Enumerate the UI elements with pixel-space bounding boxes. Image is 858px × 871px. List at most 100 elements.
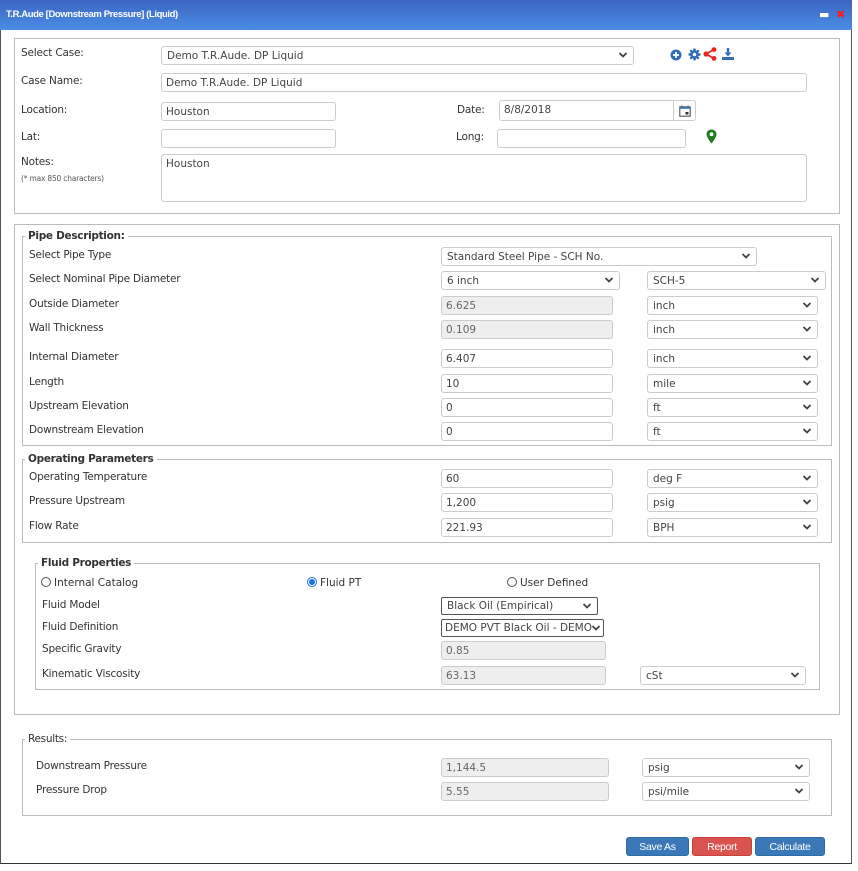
chevron-down-icon [810, 275, 820, 285]
pressure-upstream-input[interactable]: 1,200 [441, 493, 613, 512]
outside-diameter-unit-select[interactable]: inch [647, 296, 818, 315]
report-button[interactable]: Report [692, 837, 752, 856]
radio-fluid-pt[interactable]: Fluid PT [307, 577, 361, 589]
long-input[interactable] [497, 129, 686, 148]
long-label: Long: [456, 131, 484, 143]
pressure-upstream-unit: psig [653, 497, 675, 509]
chevron-down-icon [802, 522, 812, 532]
chevron-down-icon [790, 670, 800, 680]
lat-label: Lat: [21, 131, 41, 143]
kinematic-viscosity-unit-select[interactable]: cSt [640, 666, 806, 685]
add-icon[interactable] [670, 49, 682, 61]
calculate-button[interactable]: Calculate [755, 837, 825, 856]
chevron-down-icon [591, 623, 601, 633]
pipe-type-select[interactable]: Standard Steel Pipe - SCH No. [441, 247, 757, 266]
fluid-model-label: Fluid Model [42, 599, 100, 611]
date-input[interactable]: 8/8/2018 [499, 100, 674, 121]
location-input[interactable]: Houston [161, 102, 336, 121]
lat-input[interactable] [161, 129, 336, 148]
share-icon[interactable] [703, 47, 717, 61]
internal-diameter-input[interactable]: 6.407 [441, 349, 613, 368]
upstream-elevation-input[interactable]: 0 [441, 398, 613, 417]
downstream-elevation-unit-select[interactable]: ft [647, 422, 818, 441]
chevron-down-icon [802, 497, 812, 507]
fluid-model-select[interactable]: Black Oil (Empirical) [441, 597, 598, 615]
pressure-upstream-unit-select[interactable]: psig [647, 493, 818, 512]
wall-thickness-input: 0.109 [441, 320, 613, 339]
radio-internal-catalog[interactable]: Internal Catalog [41, 577, 138, 589]
length-unit-select[interactable]: mile [647, 374, 818, 393]
fluid-definition-label: Fluid Definition [42, 621, 119, 633]
close-button[interactable]: ✖ [836, 8, 845, 21]
downstream-elevation-input[interactable]: 0 [441, 422, 613, 441]
fluid-definition-select[interactable]: DEMO PVT Black Oil - DEMO [441, 619, 604, 637]
minimize-button[interactable]: ▬ [819, 8, 829, 21]
internal-diameter-unit-select[interactable]: inch [647, 349, 818, 368]
schedule-select[interactable]: SCH-5 [647, 271, 826, 290]
radio-user-defined-label: User Defined [520, 577, 589, 589]
notes-label: Notes: [21, 156, 54, 168]
pipe-description-legend: Pipe Description: [28, 230, 125, 242]
pressure-drop-output: 5.55 [441, 782, 609, 801]
window-title: T.R.Aude [Downstream Pressure] (Liquid) [6, 9, 178, 20]
select-case-value: Demo T.R.Aude. DP Liquid [167, 50, 304, 62]
pipe-type-label: Select Pipe Type [29, 249, 112, 261]
kinematic-viscosity-label: Kinematic Viscosity [42, 668, 141, 680]
date-label: Date: [457, 104, 485, 116]
length-input[interactable]: 10 [441, 374, 613, 393]
date-picker-button[interactable] [673, 100, 696, 121]
case-name-input[interactable]: Demo T.R.Aude. DP Liquid [161, 73, 807, 92]
wall-thickness-unit-select[interactable]: inch [647, 320, 818, 339]
case-name-label: Case Name: [21, 75, 83, 87]
window-titlebar: T.R.Aude [Downstream Pressure] (Liquid) … [0, 0, 852, 30]
flow-rate-unit: BPH [653, 522, 675, 534]
select-case-dropdown[interactable]: Demo T.R.Aude. DP Liquid [161, 46, 634, 65]
temperature-unit: deg F [653, 473, 683, 485]
nominal-diameter-select[interactable]: 6 inch [441, 271, 620, 290]
pipe-type-value: Standard Steel Pipe - SCH No. [447, 251, 604, 263]
chevron-down-icon [802, 300, 812, 310]
radio-fluid-pt-label: Fluid PT [320, 577, 362, 589]
radio-button-icon [507, 577, 517, 587]
downstream-pressure-unit-select[interactable]: psig [642, 758, 810, 777]
chevron-down-icon [618, 50, 628, 60]
flow-rate-input[interactable]: 221.93 [441, 518, 613, 537]
radio-user-defined[interactable]: User Defined [507, 577, 588, 589]
map-pin-icon[interactable] [706, 129, 717, 144]
kinematic-viscosity-input: 63.13 [441, 666, 606, 685]
gear-icon[interactable] [688, 48, 701, 61]
length-unit: mile [653, 378, 676, 390]
select-case-label: Select Case: [21, 47, 84, 59]
kinematic-viscosity-unit: cSt [646, 670, 663, 682]
chevron-down-icon [582, 601, 592, 611]
notes-textarea[interactable]: Houston [161, 154, 807, 202]
chevron-down-icon [802, 378, 812, 388]
nominal-diameter-value: 6 inch [447, 275, 480, 287]
download-icon[interactable] [721, 47, 735, 61]
temperature-unit-select[interactable]: deg F [647, 469, 818, 488]
flow-rate-unit-select[interactable]: BPH [647, 518, 818, 537]
schedule-value: SCH-5 [653, 275, 686, 287]
temperature-input[interactable]: 60 [441, 469, 613, 488]
radio-button-icon [41, 577, 51, 587]
pressure-drop-unit-select[interactable]: psi/mile [642, 782, 810, 801]
nominal-diameter-label: Select Nominal Pipe Diameter [29, 273, 181, 285]
radio-internal-catalog-label: Internal Catalog [54, 577, 139, 589]
outside-diameter-unit: inch [653, 300, 675, 312]
chevron-down-icon [604, 275, 614, 285]
radio-button-selected-icon [307, 577, 317, 587]
upstream-elevation-unit-select[interactable]: ft [647, 398, 818, 417]
downstream-elevation-unit: ft [653, 426, 661, 438]
fluid-definition-value: DEMO PVT Black Oil - DEMO [445, 622, 592, 634]
calendar-icon [679, 105, 691, 117]
outside-diameter-input: 6.625 [441, 296, 613, 315]
pressure-drop-unit: psi/mile [648, 786, 690, 798]
downstream-pressure-unit: psig [648, 762, 670, 774]
chevron-down-icon [741, 251, 751, 261]
chevron-down-icon [794, 762, 804, 772]
notes-hint: (* max 850 characters) [21, 174, 104, 183]
chevron-down-icon [802, 426, 812, 436]
wall-thickness-label: Wall Thickness [29, 322, 104, 334]
chevron-down-icon [802, 324, 812, 334]
save-as-button[interactable]: Save As [626, 837, 689, 856]
